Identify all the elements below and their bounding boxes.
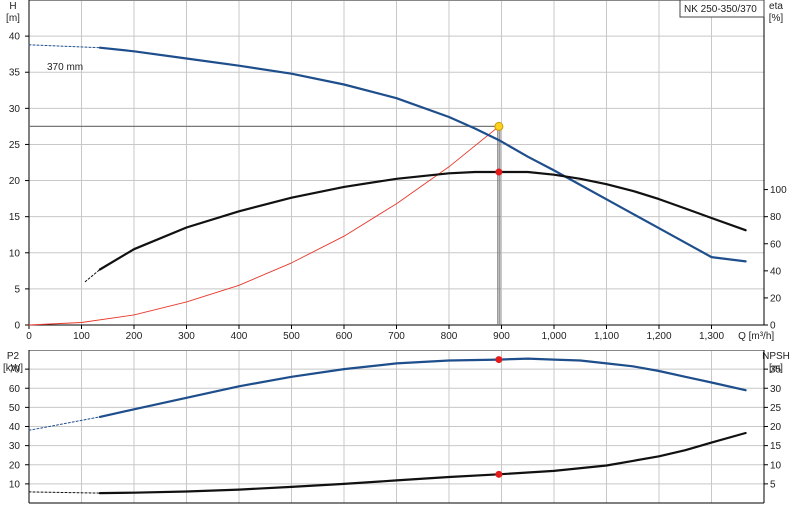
top-left-sub: [m] <box>6 13 20 24</box>
x-tick-label: 100 <box>73 331 90 342</box>
top-left-tick-label: 35 <box>9 68 21 79</box>
x-tick-label: 300 <box>178 331 195 342</box>
top-left-tick-label: 20 <box>9 176 21 187</box>
pump-curve-chart: 0 5 10 15 20 25 30 35 40 0 20 40 60 80 100 H [m] eta [%] 0 1… <box>0 0 800 520</box>
x-tick-label: 800 <box>441 331 458 342</box>
x-tick-label: 200 <box>126 331 143 342</box>
bottom-left-tick-label: 30 <box>9 441 21 452</box>
x-axis-label: Q [m³/h] <box>738 331 774 342</box>
bottom-left-tick-label: 20 <box>9 460 21 471</box>
x-tick-label: 1,100 <box>594 331 619 342</box>
head-efficiency-panel: 0510152025303540020406080100H[m]eta[%]0 1… <box>6 0 787 342</box>
top-left-tick-label: 5 <box>14 284 20 295</box>
x-tick-label: 1,000 <box>541 331 566 342</box>
bottom-right-tick-label: 15 <box>770 441 782 452</box>
bottom-left-tick-label: 60 <box>9 384 21 395</box>
head-curve-extrapolation <box>28 44 101 49</box>
top-left-tick-label: 15 <box>9 212 21 223</box>
top-right-tick-label: 40 <box>770 266 782 277</box>
top-left-tick-label: 25 <box>9 140 21 151</box>
x-tick-label: 1,200 <box>646 331 671 342</box>
x-tick-label: 500 <box>283 331 300 342</box>
x-tick-label: 1,300 <box>699 331 724 342</box>
bottom-left-tick-label: 50 <box>9 403 21 414</box>
bottom-right-sub: [m] <box>769 363 783 374</box>
bottom-right-unit: NPSH <box>762 351 790 362</box>
top-left-unit: H <box>9 1 16 12</box>
top-left-tick-label: 30 <box>9 104 21 115</box>
top-left-tick-label: 10 <box>9 248 21 259</box>
pump-curve-svg: 0510152025303540020406080100H[m]eta[%]0 1… <box>3 0 790 504</box>
head-curve <box>98 46 747 263</box>
efficiency-curve <box>98 170 747 271</box>
x-tick-label: 700 <box>388 331 405 342</box>
operating-point-head <box>494 121 504 131</box>
npsh-curve-extrapolation <box>28 491 101 494</box>
system-curve <box>28 125 500 326</box>
bottom-left-unit: P2 <box>7 351 20 362</box>
bottom-left-tick-label: 10 <box>9 479 21 490</box>
x-tick-label: 0 <box>26 331 32 342</box>
x-tick-label: 900 <box>493 331 510 342</box>
bottom-right-tick-label: 25 <box>770 403 782 414</box>
top-right-tick-label: 100 <box>770 185 787 196</box>
efficiency-curve-extrapolation <box>84 269 101 283</box>
x-tick-label: 600 <box>336 331 353 342</box>
operating-point-npsh <box>495 470 503 478</box>
operating-point-efficiency <box>495 168 503 176</box>
top-left-tick-label: 0 <box>14 321 20 332</box>
model-label: NK 250-350/370 <box>684 4 757 15</box>
operating-point-power <box>495 356 503 364</box>
top-left-tick-label: 40 <box>9 32 21 43</box>
x-tick-label: 400 <box>231 331 248 342</box>
bottom-right-tick-label: 20 <box>770 422 782 433</box>
top-right-sub: [%] <box>769 13 784 24</box>
top-right-tick-label: 80 <box>770 212 782 223</box>
bottom-right-tick-label: 30 <box>770 384 782 395</box>
power-npsh-panel: 102030405060705101520253035P2[kW]NPSH[m] <box>3 350 790 504</box>
top-right-tick-label: 20 <box>770 293 782 304</box>
bottom-left-tick-label: 40 <box>9 422 21 433</box>
top-right-tick-label: 60 <box>770 239 782 250</box>
bottom-right-tick-label: 10 <box>770 460 782 471</box>
top-right-unit: eta <box>769 1 783 12</box>
bottom-right-tick-label: 5 <box>770 479 776 490</box>
power-curve-extrapolation <box>28 416 101 431</box>
top-right-tick-label: 0 <box>770 321 776 332</box>
bottom-left-sub: [kW] <box>3 363 23 374</box>
impeller-diameter-label: 370 mm <box>47 62 83 73</box>
